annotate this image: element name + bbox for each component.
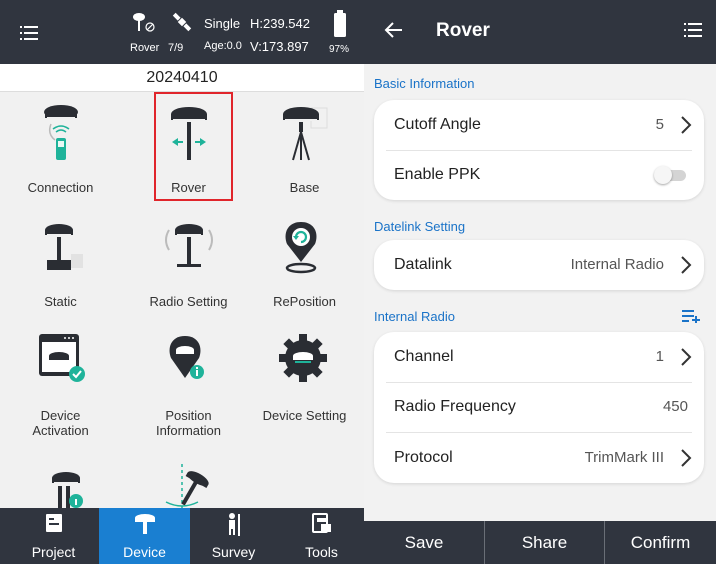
base-label: Base [289, 180, 320, 195]
base-tile[interactable]: Base [244, 92, 364, 206]
rover-label: Rover [130, 42, 160, 54]
connection-icon [43, 105, 78, 160]
datalink-row[interactable]: Datalink Internal Radio [374, 240, 704, 290]
partial-device-icon[interactable] [48, 468, 88, 508]
datalink-value: Internal Radio [570, 256, 664, 273]
radio-frequency-row[interactable]: Radio Frequency 450 [374, 382, 704, 432]
action-bar: Save Share Confirm [364, 521, 716, 564]
enable-ppk-toggle[interactable] [654, 166, 688, 184]
satellite-count: 7/9 [168, 42, 184, 54]
rover-settings-panel: Rover Basic Information Cutoff Angle 5 E… [364, 0, 716, 564]
reposition-icon [285, 222, 316, 274]
nav-device-label: Device [123, 544, 166, 560]
status-bar: Rover 7/9 Single Age:0.0 H:239.542 V:173… [0, 0, 364, 64]
chevron-right-icon [681, 116, 692, 134]
device-icon [134, 514, 155, 534]
position-information-tile[interactable]: Position Information [128, 320, 249, 438]
device-activation-tile[interactable]: Device Activation [0, 320, 121, 438]
partial-tilt-icon[interactable] [156, 462, 216, 508]
chevron-right-icon [681, 449, 692, 467]
static-tile[interactable]: Static [0, 206, 121, 320]
h-precision: H:239.542 [250, 16, 310, 31]
nav-survey[interactable]: Survey [188, 508, 279, 564]
position-information-icon [169, 336, 204, 379]
connection-label: Connection [27, 180, 94, 195]
chevron-right-icon [681, 348, 692, 366]
protocol-label: Protocol [394, 449, 453, 466]
rover-status-icon [133, 13, 155, 32]
enable-ppk-row: Enable PPK [374, 150, 704, 200]
nav-survey-label: Survey [211, 544, 256, 560]
cutoff-angle-value: 5 [655, 116, 664, 133]
project-icon [45, 514, 62, 532]
nav-device[interactable]: Device [99, 508, 190, 564]
save-button[interactable]: Save [364, 521, 484, 564]
protocol-row[interactable]: Protocol TrimMark III [374, 433, 704, 483]
enable-ppk-label: Enable PPK [394, 166, 481, 183]
basic-info-card: Cutoff Angle 5 Enable PPK [374, 100, 704, 200]
date-header: 20240410 [0, 64, 364, 92]
add-list-icon[interactable] [682, 309, 702, 323]
page-title: Rover [436, 20, 490, 41]
nav-tools-label: Tools [305, 544, 338, 560]
menu-icon[interactable] [20, 26, 38, 40]
bottom-navigation: Project Device Survey Tools [0, 508, 364, 564]
confirm-button[interactable]: Confirm [604, 521, 716, 564]
v-precision: V:173.897 [250, 39, 309, 54]
reposition-tile[interactable]: RePosition [244, 206, 364, 320]
datalink-card: Datalink Internal Radio [374, 240, 704, 290]
internal-radio-card: Channel 1 Radio Frequency 450 Protocol T… [374, 332, 704, 483]
radio-setting-tile[interactable]: Radio Setting [128, 206, 249, 320]
channel-label: Channel [394, 348, 454, 365]
survey-icon [228, 513, 240, 536]
device-setting-icon [278, 334, 327, 382]
cutoff-angle-label: Cutoff Angle [394, 116, 481, 133]
static-label: Static [44, 294, 77, 309]
section-internal-radio: Internal Radio [374, 309, 455, 324]
radio-frequency-value: 450 [662, 398, 688, 415]
selected-highlight [154, 92, 233, 201]
share-button[interactable]: Share [484, 521, 604, 564]
toggle-knob [654, 166, 672, 184]
nav-project-label: Project [31, 544, 76, 560]
nav-project[interactable]: Project [8, 508, 99, 564]
cutoff-angle-row[interactable]: Cutoff Angle 5 [374, 100, 704, 150]
reposition-label: RePosition [273, 294, 336, 309]
battery-icon [334, 10, 346, 37]
menu-icon[interactable] [684, 23, 702, 37]
radio-setting-label: Radio Setting [149, 294, 228, 309]
protocol-value: TrimMark III [584, 449, 664, 466]
datalink-label: Datalink [394, 256, 452, 273]
age-value: Age:0.0 [204, 40, 242, 52]
solution-status: Single [204, 16, 241, 31]
device-activation-label: Device Activation [0, 408, 121, 438]
base-icon [282, 107, 327, 161]
battery-percent: 97% [329, 44, 350, 55]
static-icon [44, 224, 83, 270]
section-basic-information: Basic Information [374, 76, 475, 91]
back-arrow-icon[interactable] [384, 20, 404, 40]
chevron-right-icon [681, 256, 692, 274]
rover-header: Rover [364, 0, 716, 64]
device-panel: Rover 7/9 Single Age:0.0 H:239.542 V:173… [0, 0, 364, 564]
channel-row[interactable]: Channel 1 [374, 332, 704, 382]
device-activation-text: Device Activation [32, 408, 89, 438]
radio-setting-icon [164, 224, 213, 267]
position-information-label: Position Information [128, 408, 249, 438]
nav-tools[interactable]: Tools [276, 508, 364, 564]
device-setting-tile[interactable]: Device Setting [244, 320, 364, 434]
radio-frequency-label: Radio Frequency [394, 398, 516, 415]
position-information-text: Position Information [155, 408, 222, 438]
satellite-icon [172, 12, 192, 32]
connection-tile[interactable]: Connection [0, 92, 121, 206]
device-setting-label: Device Setting [262, 408, 347, 423]
device-activation-icon [38, 334, 85, 382]
tools-icon [311, 513, 331, 533]
section-datelink-setting: Datelink Setting [374, 219, 466, 234]
channel-value: 1 [655, 348, 664, 365]
